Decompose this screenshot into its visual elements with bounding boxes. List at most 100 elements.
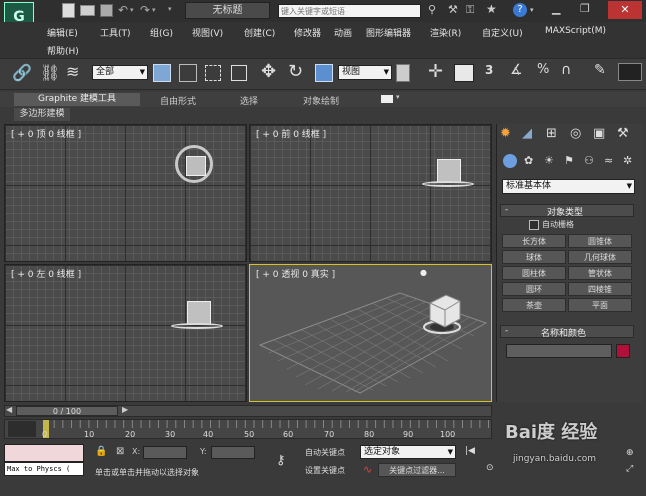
binoculars-icon[interactable]: ⚲	[428, 3, 436, 16]
viewport-label[interactable]: [ + 0 左 0 线框 ]	[11, 267, 81, 280]
helpers-icon[interactable]: ⚇	[584, 154, 594, 167]
help-dropdown-icon[interactable]: ▾	[530, 6, 534, 14]
setkey-button[interactable]: 设置关键点	[305, 465, 345, 476]
pyramid-button[interactable]: 四棱锥	[568, 282, 632, 296]
cylinder-button[interactable]: 圆柱体	[502, 266, 566, 280]
x-coord-field[interactable]	[143, 446, 187, 459]
plane-button[interactable]: 平面	[568, 298, 632, 312]
rotate-icon[interactable]: ↻	[288, 61, 303, 82]
snaps-toggle-icon[interactable]: 3	[485, 63, 493, 77]
viewport-label[interactable]: [ + 0 顶 0 线框 ]	[11, 127, 81, 140]
cone-button[interactable]: 圆锥体	[568, 234, 632, 248]
box-object-left[interactable]	[187, 301, 211, 325]
menu-tools[interactable]: 工具(T)	[100, 26, 131, 39]
y-coord-field[interactable]	[211, 446, 255, 459]
menu-group[interactable]: 组(G)	[150, 26, 173, 39]
move-icon[interactable]: ✥	[261, 61, 276, 82]
help-icon[interactable]: ?	[513, 3, 527, 17]
reference-coord-dropdown[interactable]: 视图 ▼	[338, 65, 392, 80]
restore-icon[interactable]: ❐	[580, 2, 590, 15]
undo-dropdown-icon[interactable]: ▾	[130, 6, 134, 14]
ribbon-tab-freeform[interactable]: 自由形式	[160, 94, 196, 107]
quick-access-more-icon[interactable]: ▾	[168, 5, 172, 13]
time-slider-prev-icon[interactable]: ◀	[6, 405, 12, 414]
menu-modifiers[interactable]: 修改器	[294, 26, 321, 39]
bind-space-warp-icon[interactable]: ≋	[66, 62, 79, 81]
maxscript-listener-pink[interactable]	[4, 444, 84, 462]
display-tab-icon[interactable]: ▣	[593, 126, 605, 141]
utilities-tab-icon[interactable]: ⚒	[617, 126, 629, 141]
box-object-top[interactable]	[186, 156, 206, 176]
zoom-extents-icon[interactable]: ⊕	[626, 448, 634, 458]
select-by-name-icon[interactable]	[179, 64, 197, 82]
teapot-button[interactable]: 茶壶	[502, 298, 566, 312]
time-slider-thumb[interactable]: 0 / 100	[16, 406, 118, 416]
space-warps-icon[interactable]: ≈	[604, 154, 613, 167]
close-icon[interactable]: ✕	[608, 1, 642, 19]
sphere-button[interactable]: 球体	[502, 250, 566, 264]
ribbon-options-icon[interactable]	[381, 95, 393, 103]
link-icon[interactable]: 🔗	[12, 63, 32, 82]
viewport-label[interactable]: [ + 0 前 0 线框 ]	[256, 127, 326, 140]
rollout-object-type[interactable]: - 对象类型	[500, 204, 634, 218]
time-slider-next-icon[interactable]: ▶	[122, 405, 128, 414]
autokey-button[interactable]: 自动关键点	[305, 447, 345, 458]
redo-dropdown-icon[interactable]: ▾	[152, 6, 156, 14]
time-config-icon[interactable]: ⊙	[486, 463, 494, 473]
keyboard-shortcut-override-icon[interactable]	[454, 64, 474, 82]
box-object-front[interactable]	[437, 159, 461, 183]
unlink-icon[interactable]: ⛓	[40, 63, 60, 82]
scale-icon[interactable]	[315, 64, 333, 82]
tools-icon[interactable]: ⚒	[448, 3, 458, 16]
object-color-swatch[interactable]	[616, 344, 630, 358]
window-crossing-icon[interactable]	[231, 65, 247, 81]
menu-animation[interactable]: 动画	[334, 26, 352, 39]
search-input[interactable]	[278, 4, 421, 18]
rect-selection-icon[interactable]	[205, 65, 221, 81]
menu-create[interactable]: 创建(C)	[244, 26, 275, 39]
percent-snap-icon[interactable]: %	[537, 62, 549, 77]
named-selection-field-icon[interactable]	[618, 63, 642, 81]
undo-icon[interactable]: ↶	[118, 3, 128, 17]
rollout-name-color[interactable]: - 名称和颜色	[500, 325, 634, 339]
systems-icon[interactable]: ✲	[623, 154, 632, 167]
redo-icon[interactable]: ↷	[140, 3, 150, 17]
new-file-icon[interactable]	[62, 3, 75, 18]
ribbon-tab-object-paint[interactable]: 对象绘制	[303, 94, 339, 107]
shapes-icon[interactable]: ✿	[524, 154, 533, 167]
absolute-mode-icon[interactable]: ⊠	[116, 446, 124, 457]
autogrid-checkbox[interactable]	[529, 220, 539, 230]
minimize-icon[interactable]: ▁	[552, 2, 560, 15]
geometry-icon[interactable]	[503, 154, 517, 168]
hierarchy-tab-icon[interactable]: ⊞	[546, 126, 557, 141]
menu-graph-editors[interactable]: 图形编辑器	[366, 26, 411, 39]
angle-snap-icon[interactable]: ∡	[510, 62, 523, 78]
key-selection-dropdown[interactable]: 选定对象 ▼	[360, 445, 456, 459]
select-manipulate-icon[interactable]: ✛	[428, 61, 443, 82]
tube-button[interactable]: 管状体	[568, 266, 632, 280]
maximize-toggle-icon[interactable]: ⤢	[626, 464, 633, 474]
track-bar-settings-icon[interactable]	[8, 421, 36, 437]
box-button[interactable]: 长方体	[502, 234, 566, 248]
edit-named-selection-icon[interactable]: ✎	[594, 62, 606, 78]
select-object-icon[interactable]	[153, 64, 171, 82]
save-icon[interactable]	[100, 4, 113, 17]
cameras-icon[interactable]: ⚑	[564, 154, 574, 167]
menu-help[interactable]: 帮助(H)	[47, 44, 79, 57]
menu-edit[interactable]: 编辑(E)	[47, 26, 78, 39]
lights-icon[interactable]: ☀	[544, 154, 554, 167]
selection-lock-icon[interactable]: 🔒	[95, 446, 107, 457]
menu-views[interactable]: 视图(V)	[192, 26, 223, 39]
chevron-down-icon[interactable]: ▾	[396, 93, 400, 101]
star-icon[interactable]: ★	[486, 2, 497, 16]
create-tab-icon[interactable]: ✹	[500, 126, 511, 141]
go-to-start-icon[interactable]: |◀	[465, 446, 475, 456]
maxscript-listener-white[interactable]: Max to Physcs (	[4, 462, 84, 476]
torus-button[interactable]: 圆环	[502, 282, 566, 296]
open-folder-icon[interactable]	[80, 5, 95, 16]
help-key-icon[interactable]: ⚿	[466, 3, 474, 17]
ribbon-tab-graphite[interactable]: Graphite 建模工具	[14, 93, 140, 106]
object-name-field[interactable]	[506, 344, 612, 358]
menu-maxscript[interactable]: MAXScript(M)	[545, 26, 606, 36]
ribbon-tab-selection[interactable]: 选择	[240, 94, 258, 107]
